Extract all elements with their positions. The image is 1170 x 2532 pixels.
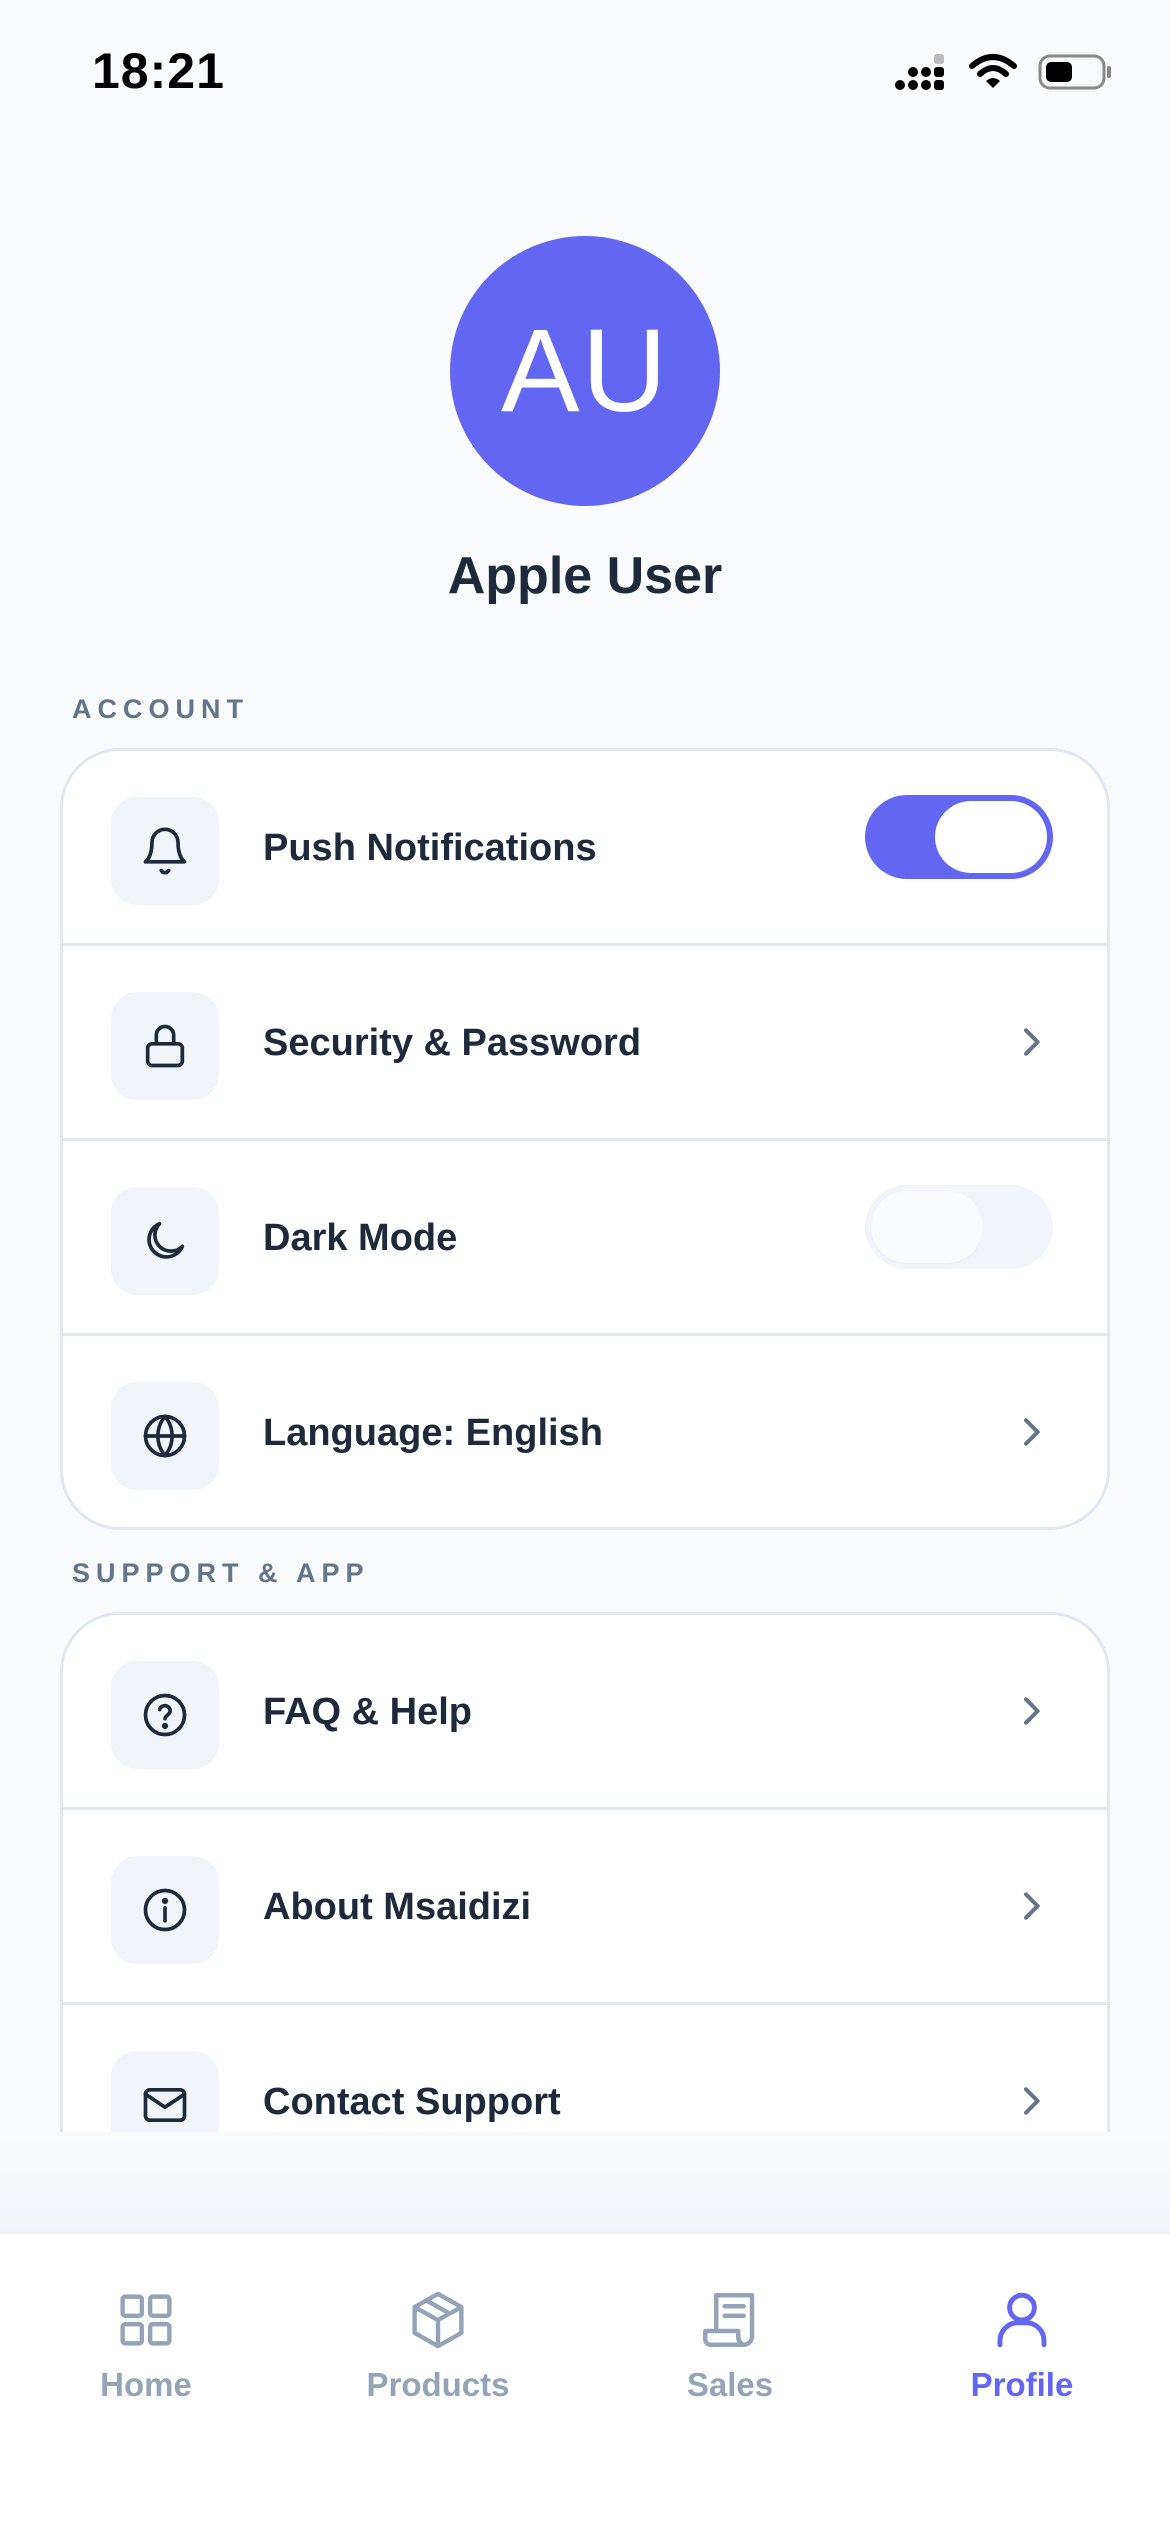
status-time: 18:21: [92, 43, 225, 99]
help-circle-icon: [111, 1661, 219, 1769]
settings-row-contact-support[interactable]: Contact Support: [63, 2005, 1107, 2132]
row-label: FAQ & Help: [263, 1691, 473, 1733]
profile-screen: 18:21 AU Apple User ACCOUNT Push Notific…: [0, 0, 1170, 2532]
grid-icon: [110, 2284, 182, 2356]
avatar-initials: AU: [501, 305, 669, 437]
avatar[interactable]: AU: [450, 236, 720, 506]
status-bar: 18:21: [0, 0, 1170, 140]
settings-row-push-notifications[interactable]: Push Notifications: [63, 751, 1107, 946]
chevron-right-icon: [1011, 2081, 1051, 2121]
profile-name: Apple User: [447, 547, 723, 605]
info-icon: [111, 1856, 219, 1964]
settings-row-language[interactable]: Language: English: [63, 1336, 1107, 1527]
row-label: Contact Support: [263, 2081, 561, 2123]
moon-icon: [111, 1187, 219, 1295]
tab-label: Home: [100, 2366, 192, 2403]
chevron-right-icon: [1011, 1022, 1051, 1062]
box-icon: [402, 2284, 474, 2356]
globe-icon: [111, 1382, 219, 1490]
section-label-support: SUPPORT & APP: [72, 1558, 370, 1588]
settings-row-security-password[interactable]: Security & Password: [63, 946, 1107, 1141]
wifi-icon: [968, 52, 1018, 97]
row-label: Language: English: [263, 1412, 603, 1454]
toggle-knob: [935, 801, 1047, 873]
chevron-right-icon: [1011, 1412, 1051, 1452]
tab-label: Products: [366, 2366, 510, 2403]
account-settings-card: Push Notifications Security & Password D…: [60, 748, 1110, 1530]
tab-label: Sales: [686, 2366, 774, 2403]
bell-icon: [111, 797, 219, 905]
row-label: About Msaidizi: [263, 1886, 532, 1928]
support-settings-card: FAQ & Help About Msaidizi Contact Suppor…: [60, 1612, 1110, 2132]
scroll-fade: [0, 2132, 1170, 2232]
lock-icon: [111, 992, 219, 1100]
settings-row-dark-mode[interactable]: Dark Mode: [63, 1141, 1107, 1336]
tab-home[interactable]: Home: [0, 2284, 292, 2404]
receipt-icon: [694, 2284, 766, 2356]
settings-row-faq-help[interactable]: FAQ & Help: [63, 1615, 1107, 1810]
mail-icon: [111, 2051, 219, 2132]
push-notifications-toggle[interactable]: [865, 795, 1053, 879]
chevron-right-icon: [1011, 1886, 1051, 1926]
cellular-signal-icon: [894, 52, 948, 97]
status-icons: [894, 52, 1114, 97]
dark-mode-toggle[interactable]: [865, 1185, 1053, 1269]
row-label: Dark Mode: [263, 1217, 458, 1259]
row-label: Security & Password: [263, 1022, 642, 1064]
toggle-knob: [871, 1191, 983, 1263]
tab-profile[interactable]: Profile: [876, 2284, 1168, 2404]
tab-products[interactable]: Products: [292, 2284, 584, 2404]
section-label-account: ACCOUNT: [72, 694, 249, 724]
row-label: Push Notifications: [263, 827, 597, 869]
tab-bar: Home Products Sales Profile: [0, 2232, 1170, 2532]
tab-sales[interactable]: Sales: [584, 2284, 876, 2404]
user-icon: [986, 2284, 1058, 2356]
chevron-right-icon: [1011, 1691, 1051, 1731]
settings-row-about[interactable]: About Msaidizi: [63, 1810, 1107, 2005]
battery-icon: [1038, 52, 1114, 97]
tab-label: Profile: [970, 2366, 1074, 2403]
